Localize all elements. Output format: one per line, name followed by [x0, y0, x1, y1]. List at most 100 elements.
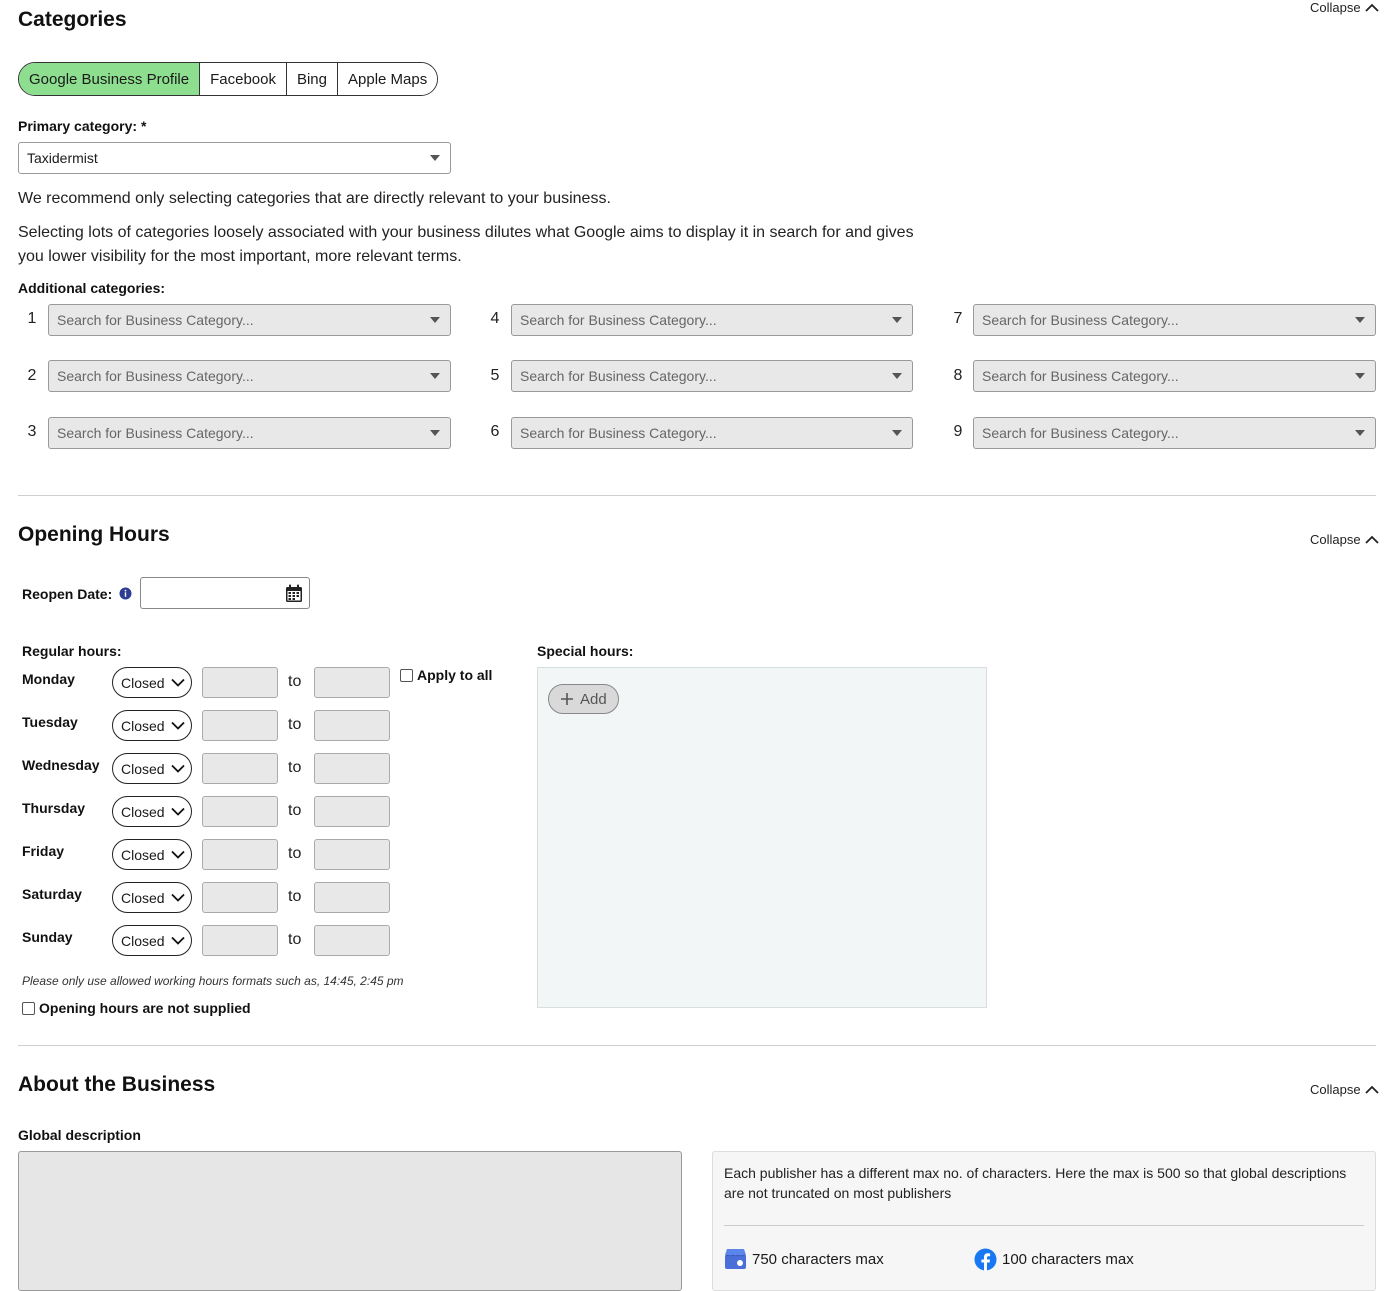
facebook-limit: 100 characters max: [974, 1248, 1134, 1271]
category-number: 6: [490, 423, 500, 440]
additional-category-select-9[interactable]: Search for Business Category...: [973, 417, 1376, 449]
category-number: 4: [490, 310, 500, 327]
apply-to-all-checkbox[interactable]: [400, 668, 413, 682]
friday-close-time-input[interactable]: [314, 839, 390, 870]
google-limit-text: 750 characters max: [752, 1250, 884, 1268]
wednesday-status-select[interactable]: Closed: [112, 753, 192, 784]
monday-open-time-input[interactable]: [202, 667, 278, 698]
wednesday-close-time-input[interactable]: [314, 753, 390, 784]
caret-down-icon: [430, 155, 440, 161]
to-label: to: [288, 759, 302, 776]
status-value: Closed: [121, 846, 165, 863]
chevron-up-icon: [1364, 1085, 1379, 1094]
additional-category-select-4[interactable]: Search for Business Category...: [511, 304, 913, 336]
about-collapse-button[interactable]: Collapse: [1310, 1082, 1379, 1097]
opening-hours-collapse-button[interactable]: Collapse: [1310, 532, 1379, 547]
chevron-down-icon: [171, 678, 185, 687]
collapse-label: Collapse: [1310, 1082, 1361, 1097]
primary-category-select[interactable]: Taxidermist: [18, 142, 451, 174]
tab-facebook[interactable]: Facebook: [199, 63, 286, 95]
tab-bing[interactable]: Bing: [285, 63, 337, 95]
tab-apple-maps[interactable]: Apple Maps: [337, 63, 438, 95]
saturday-status-select[interactable]: Closed: [112, 882, 192, 913]
additional-category-select-6[interactable]: Search for Business Category...: [511, 417, 913, 449]
additional-category-select-8[interactable]: Search for Business Category...: [973, 360, 1376, 392]
caret-down-icon: [430, 373, 440, 379]
additional-category-select-7[interactable]: Search for Business Category...: [973, 304, 1376, 336]
friday-status-select[interactable]: Closed: [112, 839, 192, 870]
chevron-up-icon: [1364, 3, 1379, 12]
to-label: to: [288, 673, 302, 690]
tuesday-close-time-input[interactable]: [314, 710, 390, 741]
category-placeholder: Search for Business Category...: [520, 425, 717, 441]
category-number: 9: [953, 423, 963, 440]
status-value: Closed: [121, 932, 165, 949]
caret-down-icon: [892, 430, 902, 436]
category-number: 8: [953, 367, 963, 384]
sunday-open-time-input[interactable]: [202, 925, 278, 956]
thursday-status-select[interactable]: Closed: [112, 796, 192, 827]
day-label-friday: Friday: [22, 843, 65, 859]
regular-hours-label: Regular hours:: [22, 643, 122, 659]
add-special-hours-button[interactable]: Add: [548, 684, 619, 714]
special-hours-panel: Add: [537, 667, 987, 1008]
tuesday-status-select[interactable]: Closed: [112, 710, 192, 741]
tuesday-open-time-input[interactable]: [202, 710, 278, 741]
status-value: Closed: [121, 803, 165, 820]
facebook-limit-text: 100 characters max: [1002, 1251, 1134, 1268]
categories-collapse-button[interactable]: Collapse: [1310, 0, 1379, 15]
chevron-down-icon: [171, 936, 185, 945]
collapse-label: Collapse: [1310, 0, 1361, 15]
apply-to-all-option[interactable]: Apply to all: [400, 667, 492, 683]
thursday-close-time-input[interactable]: [314, 796, 390, 827]
thursday-open-time-input[interactable]: [202, 796, 278, 827]
to-label: to: [288, 888, 302, 905]
sunday-status-select[interactable]: Closed: [112, 925, 192, 956]
additional-category-select-3[interactable]: Search for Business Category...: [48, 417, 451, 449]
caret-down-icon: [430, 430, 440, 436]
recommend-text: We recommend only selecting categories t…: [18, 190, 611, 207]
status-value: Closed: [121, 760, 165, 777]
monday-status-select[interactable]: Closed: [112, 667, 192, 698]
facebook-icon: [974, 1248, 997, 1271]
caret-down-icon: [430, 317, 440, 323]
reopen-date-input[interactable]: [140, 577, 310, 609]
tab-google-business-profile[interactable]: Google Business Profile: [19, 63, 200, 95]
additional-category-select-5[interactable]: Search for Business Category...: [511, 360, 913, 392]
category-number: 2: [27, 367, 37, 384]
category-placeholder: Search for Business Category...: [982, 368, 1179, 384]
about-business-title: About the Business: [18, 1073, 216, 1096]
category-number: 3: [27, 423, 37, 440]
sunday-close-time-input[interactable]: [314, 925, 390, 956]
caret-down-icon: [892, 317, 902, 323]
primary-category-label: Primary category: *: [18, 118, 147, 134]
limits-info-line2: are not truncated on most publishers: [724, 1185, 952, 1201]
status-value: Closed: [121, 674, 165, 691]
calendar-icon[interactable]: [285, 584, 303, 603]
category-placeholder: Search for Business Category...: [57, 312, 254, 328]
category-placeholder: Search for Business Category...: [982, 425, 1179, 441]
section-divider: [18, 1045, 1376, 1046]
friday-open-time-input[interactable]: [202, 839, 278, 870]
day-label-saturday: Saturday: [22, 886, 82, 902]
category-number: 7: [953, 310, 963, 327]
saturday-close-time-input[interactable]: [314, 882, 390, 913]
additional-categories-label: Additional categories:: [18, 280, 166, 296]
to-label: to: [288, 845, 302, 862]
day-label-monday: Monday: [22, 671, 75, 687]
wednesday-open-time-input[interactable]: [202, 753, 278, 784]
plus-icon: [561, 693, 573, 705]
hours-not-supplied-option[interactable]: Opening hours are not supplied: [22, 1000, 251, 1016]
caret-down-icon: [892, 373, 902, 379]
hours-not-supplied-label: Opening hours are not supplied: [39, 1000, 251, 1016]
global-description-textarea[interactable]: [18, 1151, 682, 1291]
hours-not-supplied-checkbox[interactable]: [22, 1001, 35, 1015]
panel-divider: [724, 1225, 1364, 1226]
info-icon[interactable]: [119, 587, 132, 600]
chevron-down-icon: [171, 893, 185, 902]
additional-category-select-2[interactable]: Search for Business Category...: [48, 360, 451, 392]
saturday-open-time-input[interactable]: [202, 882, 278, 913]
monday-close-time-input[interactable]: [314, 667, 390, 698]
chevron-down-icon: [171, 721, 185, 730]
additional-category-select-1[interactable]: Search for Business Category...: [48, 304, 451, 336]
